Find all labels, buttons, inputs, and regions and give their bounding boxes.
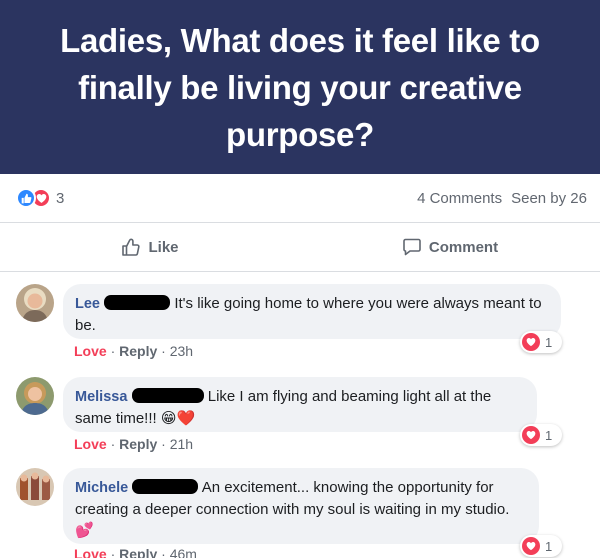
comment-author[interactable]: Melissa bbox=[75, 389, 127, 405]
comment-reaction-badge[interactable]: 1 bbox=[520, 424, 562, 446]
love-link[interactable]: Love bbox=[74, 436, 107, 452]
seen-by-link[interactable]: Seen by 26 bbox=[511, 190, 587, 207]
comment-button-label: Comment bbox=[428, 238, 499, 256]
thumbs-up-icon bbox=[121, 237, 141, 257]
comment-meta: Love · Reply · 46m bbox=[74, 546, 197, 558]
heart-icon bbox=[522, 333, 540, 351]
heart-icon bbox=[522, 537, 540, 555]
comment-reaction-badge[interactable]: 1 bbox=[520, 331, 562, 353]
comment-reaction-count: 1 bbox=[545, 427, 553, 443]
comment-reaction-count: 1 bbox=[545, 334, 553, 350]
comment-meta: Love · Reply · 21h bbox=[74, 436, 194, 452]
reaction-count: 3 bbox=[56, 189, 65, 207]
reaction-summary[interactable]: 3 bbox=[16, 188, 64, 208]
emoji-grin-heart: 😁❤️ bbox=[160, 410, 196, 427]
comment-author[interactable]: Lee bbox=[75, 296, 100, 312]
comment-meta: Love · Reply · 23h bbox=[74, 343, 194, 359]
avatar[interactable] bbox=[16, 468, 54, 506]
comment-button[interactable]: Comment bbox=[300, 237, 600, 257]
comment-timestamp[interactable]: 23h bbox=[170, 343, 193, 359]
redaction-bar bbox=[132, 479, 199, 494]
avatar[interactable] bbox=[16, 377, 54, 415]
comment-reaction-count: 1 bbox=[545, 538, 553, 554]
reply-link[interactable]: Reply bbox=[119, 546, 157, 558]
comment-bubble: Michele An excitement... knowing the opp… bbox=[63, 468, 539, 544]
post-banner: Ladies, What does it feel like to finall… bbox=[0, 0, 600, 174]
like-button[interactable]: Like bbox=[0, 237, 300, 257]
comment-author[interactable]: Michele bbox=[75, 480, 128, 496]
comment-bubble: Melissa Like I am flying and beaming lig… bbox=[63, 377, 537, 432]
comment-timestamp[interactable]: 21h bbox=[170, 436, 193, 452]
comment-timestamp[interactable]: 46m bbox=[170, 546, 197, 558]
comment-reaction-badge[interactable]: 1 bbox=[520, 535, 562, 557]
comment-bubble: Lee It's like going home to where you we… bbox=[63, 284, 561, 339]
like-button-label: Like bbox=[148, 238, 179, 256]
avatar[interactable] bbox=[16, 284, 54, 322]
post-stats-bar: 3 4 Comments Seen by 26 bbox=[0, 174, 600, 222]
redaction-bar bbox=[131, 388, 204, 403]
like-reaction-icon bbox=[16, 188, 36, 208]
post-action-bar: Like Comment bbox=[0, 222, 600, 272]
redaction-bar bbox=[104, 295, 171, 310]
post-title: Ladies, What does it feel like to finall… bbox=[60, 21, 540, 153]
love-link[interactable]: Love bbox=[74, 343, 107, 359]
emoji-two-hearts: 💕 bbox=[75, 522, 94, 539]
love-link[interactable]: Love bbox=[74, 546, 107, 558]
comments-count-link[interactable]: 4 Comments bbox=[417, 190, 502, 207]
heart-icon bbox=[522, 426, 540, 444]
speech-bubble-icon bbox=[402, 237, 422, 257]
reply-link[interactable]: Reply bbox=[119, 343, 157, 359]
reply-link[interactable]: Reply bbox=[119, 436, 157, 452]
